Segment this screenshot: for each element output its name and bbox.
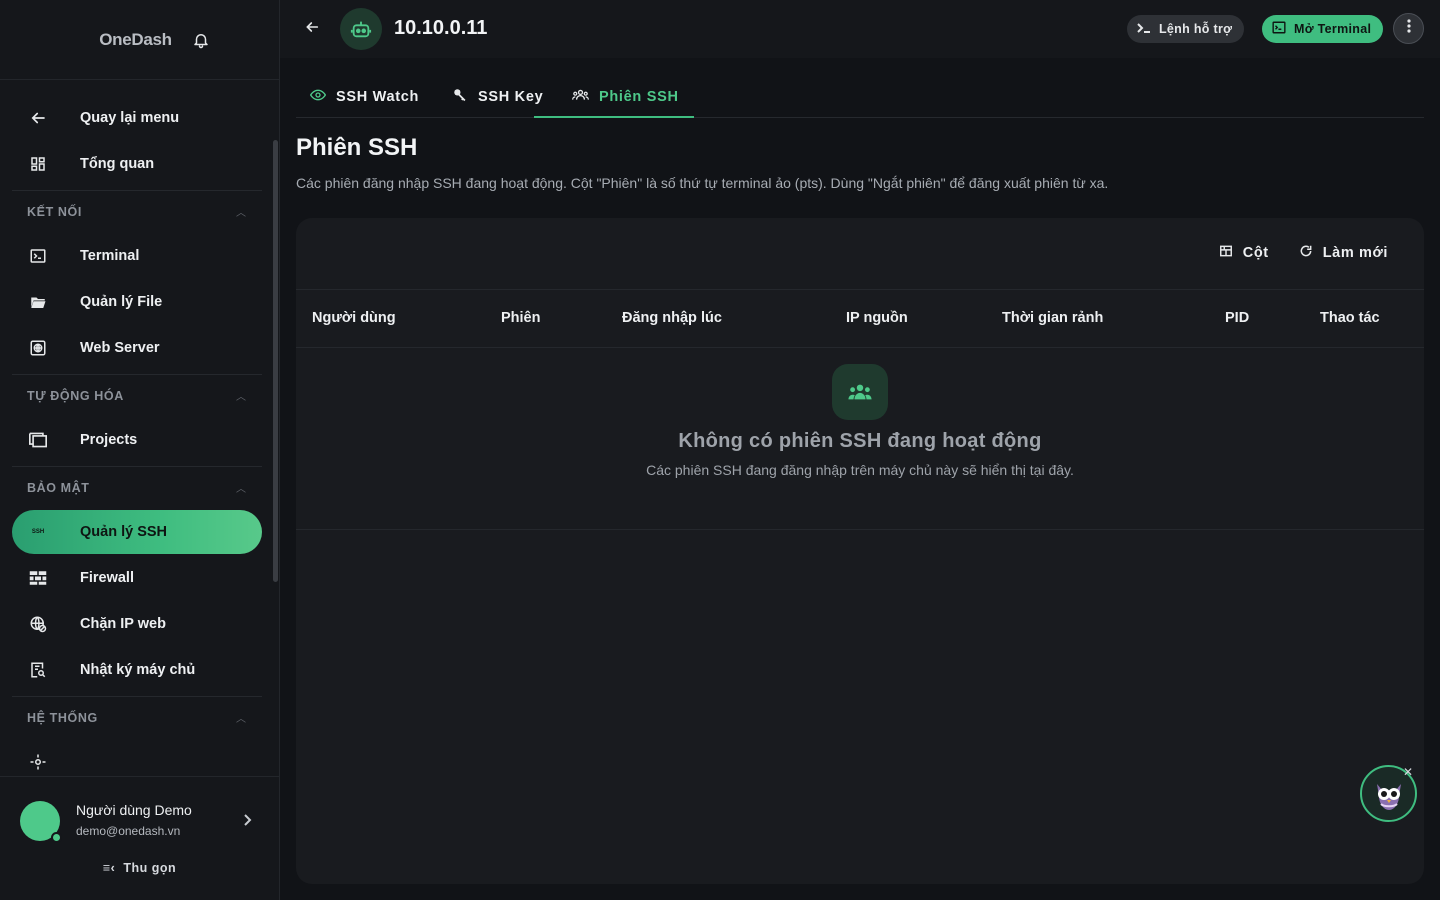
column-header-user[interactable]: Người dùng — [312, 310, 396, 326]
section-title: HỆ THỐNG — [27, 710, 98, 725]
refresh-icon — [1299, 244, 1313, 262]
empty-state-subtitle: Các phiên SSH đang đăng nhập trên máy ch… — [646, 462, 1074, 478]
terminal-icon — [28, 246, 48, 266]
sidebar-item-firewall[interactable]: Firewall — [12, 556, 262, 600]
sidebar-item-label: Quản lý File — [80, 294, 163, 310]
sidebar-item-label: Projects — [80, 432, 138, 448]
active-tab-indicator — [534, 116, 694, 118]
folder-icon — [28, 292, 48, 312]
more-options-button[interactable] — [1393, 13, 1424, 44]
section-title: KẾT NỐI — [27, 204, 82, 219]
arrow-left-icon — [28, 108, 48, 128]
collapse-icon: ≡‹ — [102, 861, 116, 875]
sidebar-item-label: Firewall — [80, 570, 134, 586]
bell-icon[interactable] — [192, 31, 210, 49]
tab-ssh-watch[interactable]: SSH Watch — [309, 76, 419, 118]
open-terminal-button[interactable]: Mở Terminal — [1262, 15, 1384, 43]
key-icon — [453, 88, 468, 107]
sidebar-item-server-log[interactable]: Nhật ký máy chủ — [12, 648, 262, 692]
table-toolbar: Cột Làm mới — [1219, 244, 1388, 262]
column-header-source-ip[interactable]: IP nguồn — [846, 310, 908, 326]
owl-icon — [1376, 783, 1401, 810]
sidebar-scrollbar[interactable] — [273, 140, 278, 582]
section-header-automation[interactable]: TỰ ĐỘNG HÓA ︿ — [12, 374, 262, 416]
globe-block-icon — [28, 614, 48, 634]
column-header-idle-time[interactable]: Thời gian rảnh — [1002, 310, 1103, 326]
settings-icon — [28, 752, 48, 772]
prompt-icon — [1137, 22, 1151, 37]
users-icon — [572, 89, 589, 105]
chevron-up-icon: ︿ — [236, 392, 246, 403]
table-header: Người dùng Phiên Đăng nhập lúc IP nguồn … — [296, 289, 1424, 348]
sidebar-item-label: Chặn IP web — [80, 616, 166, 632]
sidebar-item-projects[interactable]: Projects — [12, 418, 262, 462]
user-name: Người dùng Demo — [76, 802, 192, 818]
empty-state-title: Không có phiên SSH đang hoạt động — [678, 430, 1042, 452]
topbar: 10.10.0.11 Lệnh hỗ trợ Mở Terminal — [280, 0, 1440, 58]
avatar[interactable] — [20, 801, 62, 843]
page-title: Phiên SSH — [296, 134, 418, 161]
back-arrow-icon[interactable] — [304, 19, 320, 40]
brand-logo[interactable]: OneDash — [99, 30, 172, 50]
sidebar-item-terminal[interactable]: Terminal — [12, 234, 262, 278]
sidebar-item-label: Quay lại menu — [80, 110, 180, 126]
chevron-up-icon: ︿ — [236, 208, 246, 219]
columns-icon — [1219, 244, 1233, 262]
tab-ssh-key[interactable]: SSH Key — [453, 76, 543, 118]
more-vertical-icon — [1406, 19, 1411, 38]
firewall-icon — [28, 568, 48, 588]
sidebar-item-label: Terminal — [80, 248, 140, 264]
terminal-icon — [1272, 21, 1286, 37]
sidebar-item-label: Quản lý SSH — [80, 524, 168, 540]
section-title: BẢO MẬT — [27, 480, 90, 495]
column-header-login-time[interactable]: Đăng nhập lúc — [622, 310, 722, 326]
help-commands-button[interactable]: Lệnh hỗ trợ — [1127, 15, 1245, 43]
sidebar-item-overview[interactable]: Tổng quan — [12, 142, 262, 186]
chevron-up-icon: ︿ — [236, 484, 246, 495]
sidebar-item-partial[interactable] — [12, 740, 262, 776]
column-header-actions[interactable]: Thao tác — [1320, 310, 1380, 326]
chevron-up-icon: ︿ — [236, 714, 246, 725]
projects-icon — [28, 430, 48, 450]
users-icon — [832, 364, 888, 420]
sidebar-item-back[interactable]: Quay lại menu — [12, 96, 262, 140]
sidebar-item-web-server[interactable]: Web Server — [12, 326, 262, 370]
brand-bar: OneDash — [0, 0, 279, 80]
refresh-button[interactable]: Làm mới — [1299, 244, 1388, 262]
sidebar-item-block-ip-web[interactable]: Chặn IP web — [12, 602, 262, 646]
columns-button[interactable]: Cột — [1219, 244, 1269, 262]
sidebar-item-ssh-management[interactable]: SSH Quản lý SSH — [12, 510, 262, 554]
sidebar-item-label: Web Server — [80, 340, 160, 356]
section-title: TỰ ĐỘNG HÓA — [27, 388, 124, 403]
collapse-button[interactable]: ≡‹ Thu gọn — [0, 861, 279, 875]
online-status-dot — [51, 832, 62, 843]
section-header-system[interactable]: HỆ THỐNG ︿ — [12, 696, 262, 738]
ssh-icon: SSH — [31, 529, 45, 535]
user-card[interactable]: Người dùng Demo demo@onedash.vn ≡‹ Thu g… — [0, 776, 279, 900]
close-icon[interactable]: ✕ — [1403, 765, 1413, 779]
dashboard-icon — [28, 154, 48, 174]
divider — [296, 529, 1424, 530]
user-email: demo@onedash.vn — [76, 824, 181, 838]
server-name: 10.10.0.11 — [394, 17, 488, 39]
tab-bar: SSH Watch SSH Key Phiên SSH — [296, 76, 1424, 118]
robot-icon — [340, 8, 382, 50]
column-header-pid[interactable]: PID — [1225, 310, 1249, 326]
chevron-right-icon[interactable] — [243, 813, 253, 830]
sidebar: OneDash Quay lại menu Tổng quan KẾT NỐI … — [0, 0, 280, 900]
sidebar-nav: Quay lại menu Tổng quan KẾT NỐI ︿ Termin… — [12, 96, 262, 776]
sessions-table-card: Cột Làm mới Người dùng Phiên Đăng nhập l… — [296, 218, 1424, 884]
column-header-session[interactable]: Phiên — [501, 310, 540, 326]
sidebar-item-label: Tổng quan — [80, 156, 155, 172]
tab-ssh-sessions[interactable]: Phiên SSH — [572, 76, 679, 118]
section-header-security[interactable]: BẢO MẬT ︿ — [12, 466, 262, 508]
sidebar-item-file-manager[interactable]: Quản lý File — [12, 280, 262, 324]
section-header-connect[interactable]: KẾT NỐI ︿ — [12, 190, 262, 232]
log-search-icon — [28, 660, 48, 680]
eye-icon — [309, 89, 327, 105]
page-description: Các phiên đăng nhập SSH đang hoạt động. … — [296, 175, 1109, 191]
sidebar-item-label: Nhật ký máy chủ — [80, 662, 196, 678]
web-server-icon — [28, 338, 48, 358]
